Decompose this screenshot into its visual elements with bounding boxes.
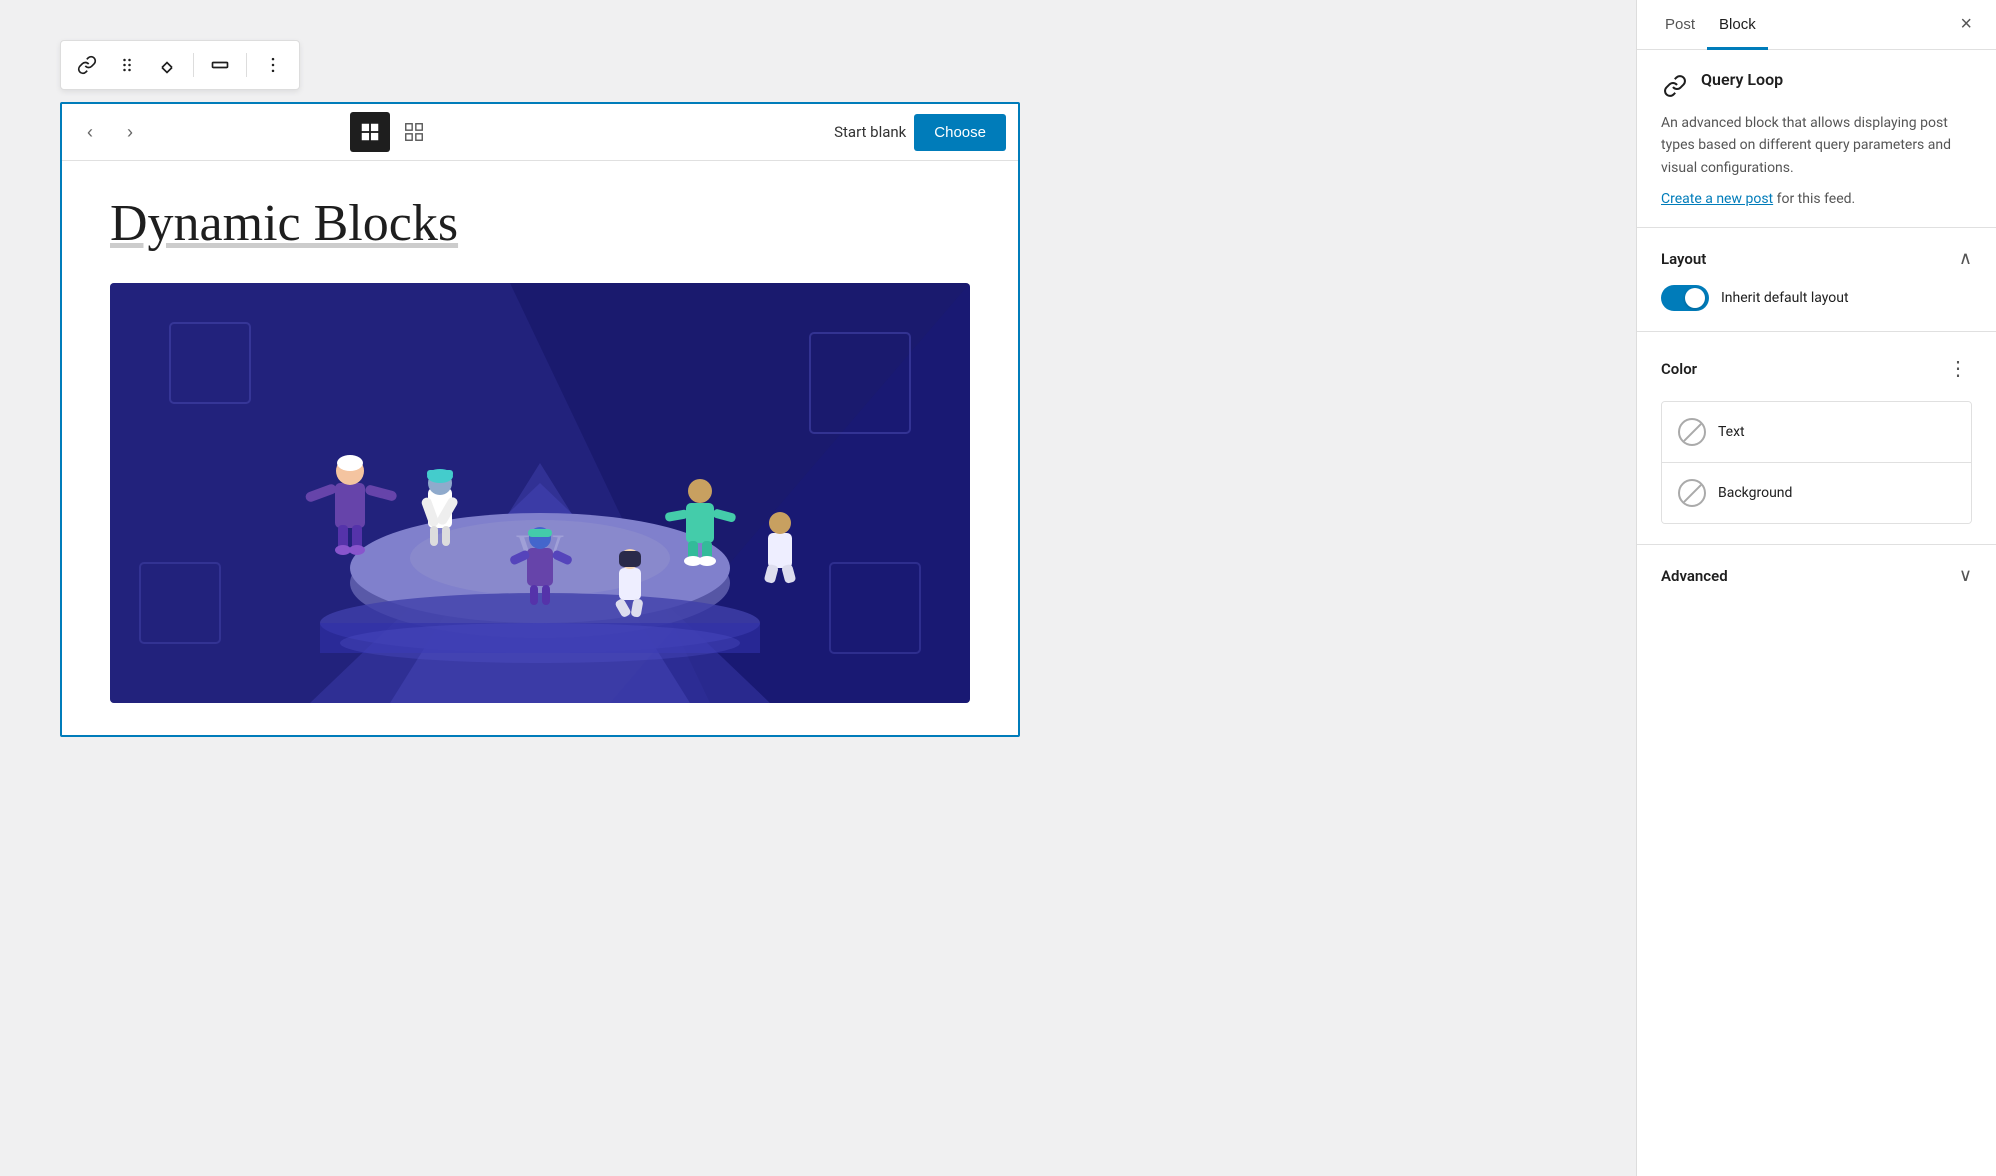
block-name: Query Loop	[1701, 70, 1783, 89]
tab-block[interactable]: Block	[1707, 0, 1768, 50]
sidebar: Post Block × Query Loop An advanced bloc…	[1636, 0, 1996, 1176]
color-more-options-button[interactable]: ⋮	[1944, 352, 1972, 385]
text-color-option[interactable]: Text	[1662, 402, 1971, 462]
feed-text: Create a new post for this feed.	[1661, 191, 1972, 207]
color-section-header: Color ⋮	[1661, 352, 1972, 385]
close-sidebar-button[interactable]: ×	[1952, 5, 1980, 44]
inherit-layout-toggle[interactable]	[1661, 285, 1709, 311]
color-options-card: Text Background	[1661, 401, 1972, 524]
query-loop-icon	[1661, 72, 1689, 100]
advanced-section-header: Advanced ∨	[1661, 565, 1972, 586]
color-section: Color ⋮ Text Background	[1637, 332, 1996, 545]
text-color-indicator	[1678, 418, 1706, 446]
advanced-section-title: Advanced	[1661, 567, 1728, 585]
post-illustration: W	[110, 283, 970, 703]
sidebar-tabs: Post Block ×	[1637, 0, 1996, 50]
create-post-link[interactable]: Create a new post	[1661, 191, 1773, 207]
layout-section-header: Layout ∧	[1661, 248, 1972, 269]
advanced-section: Advanced ∨	[1637, 545, 1996, 606]
block-content: Dynamic Blocks	[62, 161, 1018, 735]
inherit-layout-label: Inherit default layout	[1721, 290, 1849, 306]
drag-handle-button[interactable]	[109, 47, 145, 83]
more-options-button[interactable]	[255, 47, 291, 83]
choose-button[interactable]: Choose	[914, 114, 1006, 151]
post-title: Dynamic Blocks	[110, 193, 970, 255]
background-color-indicator	[1678, 479, 1706, 507]
query-loop-block: ‹ › Start blank Choose	[60, 102, 1020, 737]
layout-section-title: Layout	[1661, 250, 1706, 268]
editor-area: ‹ › Start blank Choose	[0, 0, 1636, 1176]
layout-collapse-button[interactable]: ∧	[1959, 248, 1972, 269]
toolbar-divider	[193, 53, 194, 77]
block-description: An advanced block that allows displaying…	[1661, 112, 1972, 179]
background-color-label: Background	[1718, 485, 1792, 501]
start-blank-label: Start blank	[834, 123, 906, 141]
prev-button[interactable]: ‹	[74, 116, 106, 148]
grid-view-button[interactable]	[394, 112, 434, 152]
tab-post[interactable]: Post	[1653, 0, 1707, 50]
move-up-down-button[interactable]	[149, 47, 185, 83]
toolbar-divider-2	[246, 53, 247, 77]
advanced-expand-button[interactable]: ∨	[1959, 565, 1972, 586]
toggle-thumb	[1685, 288, 1705, 308]
feed-suffix: for this feed.	[1773, 191, 1855, 207]
link-button[interactable]	[69, 47, 105, 83]
view-toggle-group	[350, 112, 434, 152]
next-button[interactable]: ›	[114, 116, 146, 148]
block-icon-row: Query Loop	[1661, 70, 1972, 100]
list-view-button[interactable]	[350, 112, 390, 152]
block-toolbar	[60, 40, 300, 90]
align-button[interactable]	[202, 47, 238, 83]
block-inner-toolbar: ‹ › Start blank Choose	[62, 104, 1018, 161]
layout-section: Layout ∧ Inherit default layout	[1637, 228, 1996, 332]
color-section-title: Color	[1661, 360, 1697, 378]
text-color-label: Text	[1718, 424, 1745, 440]
background-color-option[interactable]: Background	[1662, 462, 1971, 523]
block-info-section: Query Loop An advanced block that allows…	[1637, 50, 1996, 228]
inherit-layout-row: Inherit default layout	[1661, 285, 1972, 311]
